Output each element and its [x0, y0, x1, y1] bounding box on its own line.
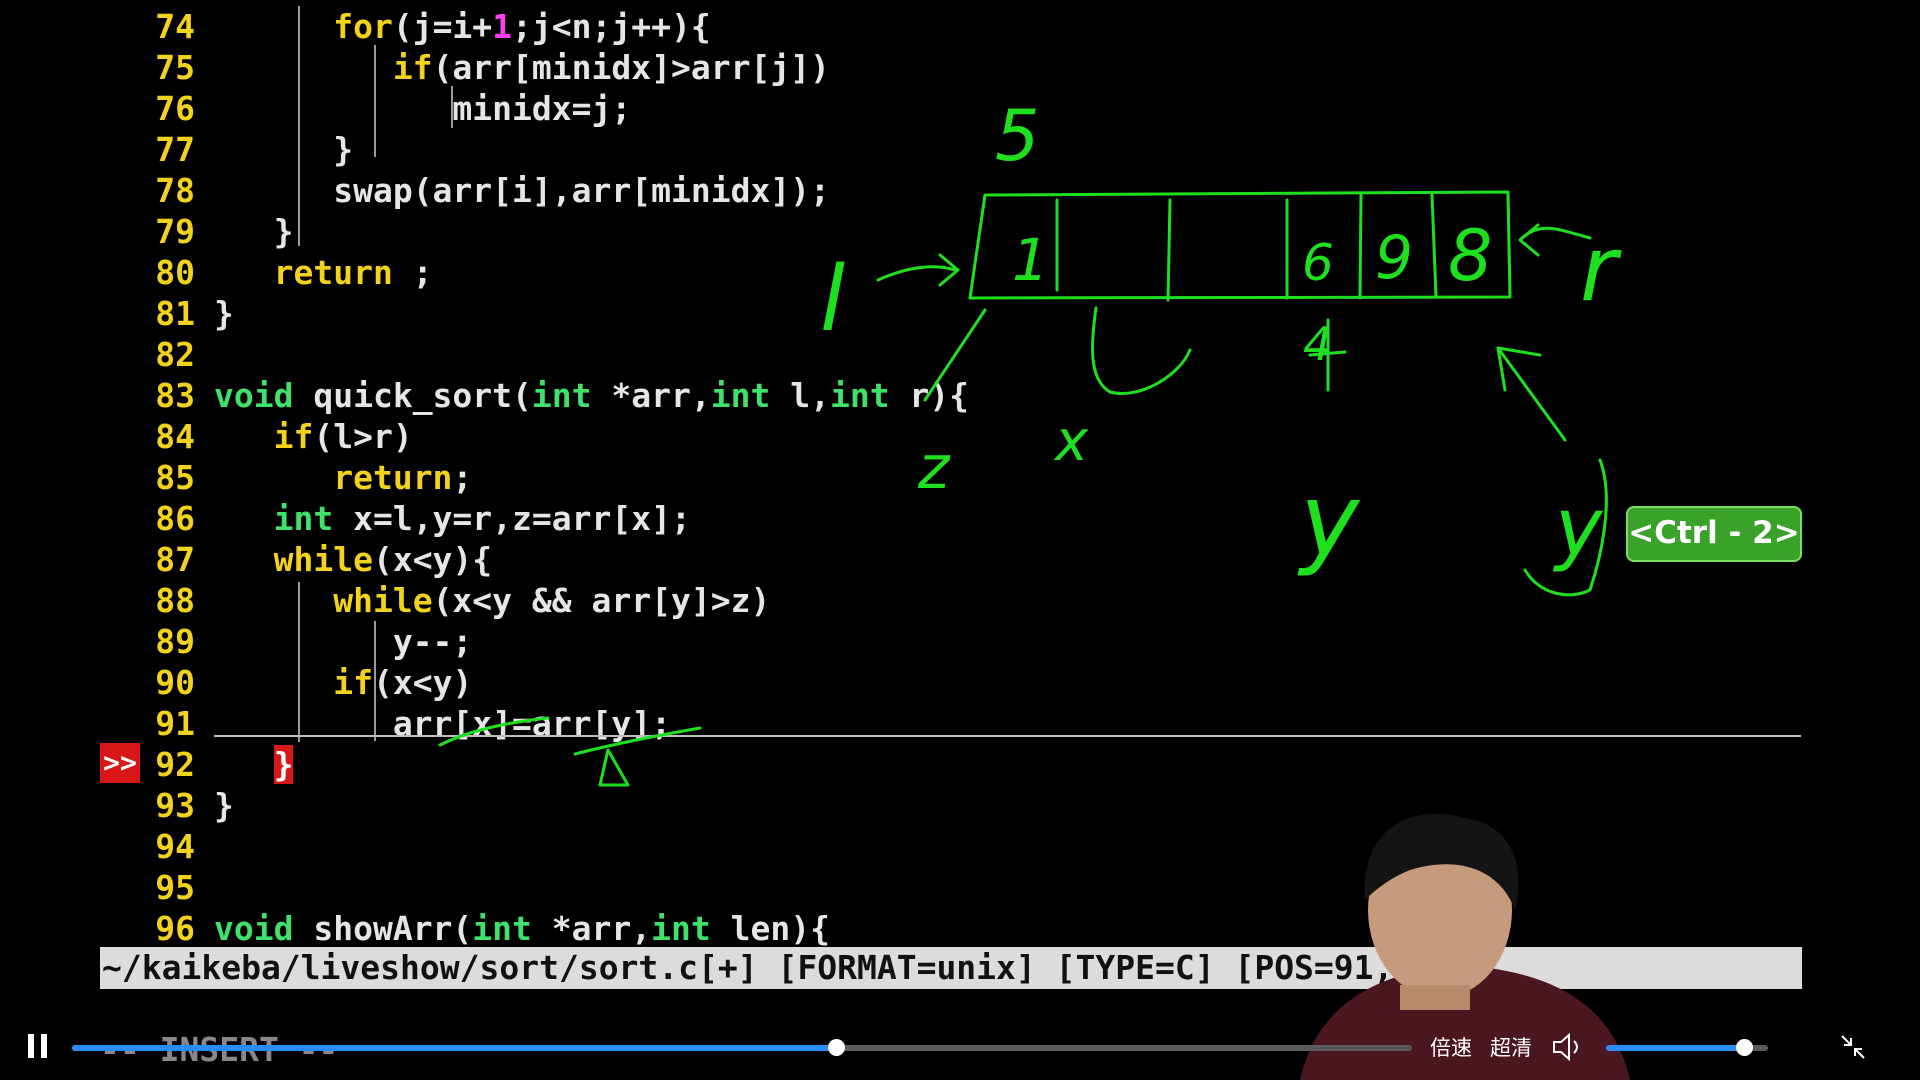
- strike-under-arr-y: [573, 726, 702, 756]
- x-pointer: [1091, 306, 1192, 395]
- z-pointer: [923, 308, 987, 402]
- volume-fill: [1606, 1045, 1744, 1051]
- quality-button[interactable]: 超清: [1490, 1032, 1532, 1062]
- annotation-top-number: 5: [995, 95, 1040, 177]
- array-cell-8: 8: [1448, 215, 1493, 297]
- array-box: [968, 190, 1512, 300]
- volume-handle[interactable]: [1735, 1039, 1753, 1056]
- annotation-y: y: [1297, 462, 1361, 579]
- array-divider: [1166, 198, 1172, 302]
- l-arrow: [876, 253, 960, 287]
- strike-under-arr-x: [438, 716, 550, 747]
- progress-fill: [72, 1045, 836, 1051]
- delta-mark: [598, 748, 630, 787]
- array-divider: [1430, 193, 1438, 298]
- array-divider: [1358, 193, 1363, 300]
- annotation-l: l: [820, 247, 845, 352]
- annotation-4: 4: [1303, 317, 1332, 371]
- array-cell-6: 6: [1302, 234, 1334, 292]
- annotation-y-right: y: [1553, 481, 1604, 574]
- y-arrow: [1496, 346, 1567, 442]
- array-cell-9: 9: [1375, 223, 1413, 293]
- annotation-x: x: [1053, 409, 1089, 474]
- progress-handle[interactable]: [827, 1039, 845, 1056]
- exit-fullscreen-icon[interactable]: [1838, 1032, 1868, 1062]
- array-cell-1: 1: [1012, 226, 1049, 294]
- volume-icon[interactable]: [1551, 1032, 1585, 1062]
- progress-bar[interactable]: [72, 1039, 1412, 1056]
- volume-slider[interactable]: [1606, 1039, 1768, 1056]
- shortcut-badge: <Ctrl - 2>: [1626, 506, 1802, 562]
- annotation-r: r: [1580, 217, 1622, 322]
- player-controls: 倍速 超清: [0, 1010, 1920, 1080]
- annotation-z: z: [917, 433, 951, 503]
- speed-button[interactable]: 倍速: [1430, 1032, 1472, 1062]
- pause-icon[interactable]: [24, 1034, 52, 1064]
